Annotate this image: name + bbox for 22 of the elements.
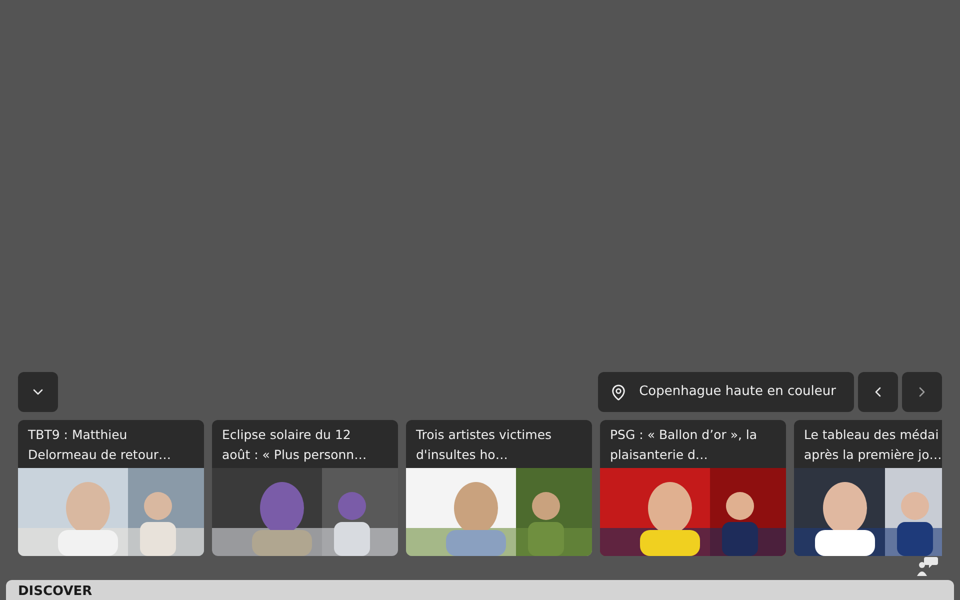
news-card[interactable]: Eclipse solaire du 12 août : « Plus personn… <box>212 420 398 556</box>
card-title: Eclipse solaire du 12 <box>222 426 352 444</box>
card-title: d'insultes ho… <box>416 446 509 464</box>
news-card[interactable]: Trois artistes victimes d'insultes ho… <box>406 420 592 556</box>
card-title: TBT9 : Matthieu <box>28 426 128 444</box>
discover-heading: DISCOVER <box>18 585 94 598</box>
card-title: après la première jo… <box>804 446 942 464</box>
card-title: août : « Plus personn… <box>222 446 368 464</box>
news-card[interactable]: TBT9 : Matthieu Delormeau de retour… <box>18 420 204 556</box>
previous-button[interactable] <box>858 372 898 412</box>
card-title: Le tableau des médai <box>804 426 940 444</box>
collapse-button[interactable] <box>18 372 58 412</box>
news-card[interactable]: Le tableau des médai après la première jo… <box>794 420 942 556</box>
next-button[interactable] <box>902 372 942 412</box>
card-title: Delormeau de retour… <box>28 446 172 464</box>
card-title: PSG : « Ballon d’or », la <box>610 426 758 444</box>
feedback-icon <box>916 556 938 576</box>
location-button[interactable]: Copenhague haute en couleur <box>598 372 854 412</box>
map-pin-icon <box>610 384 628 400</box>
card-title: Trois artistes victimes <box>416 426 553 444</box>
news-card[interactable]: PSG : « Ballon d’or », la plaisanterie d… <box>600 420 786 556</box>
card-title: plaisanterie d… <box>610 446 709 464</box>
